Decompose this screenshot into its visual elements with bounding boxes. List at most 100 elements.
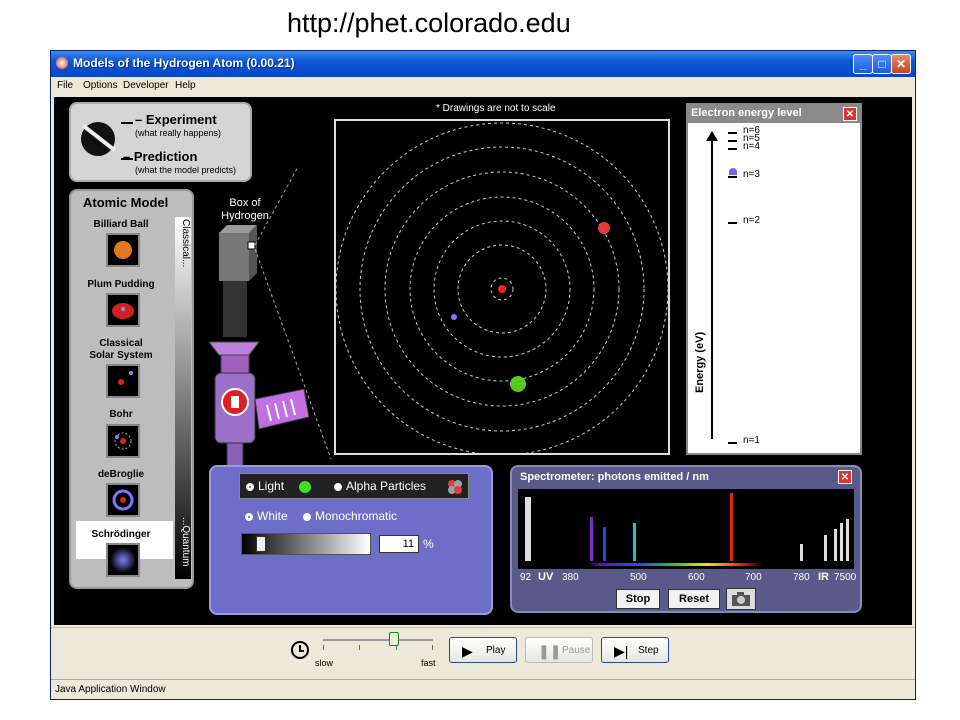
bohr-atom-drawing [335, 122, 669, 456]
app-icon [56, 57, 68, 69]
model-bohr-button[interactable] [106, 424, 140, 458]
electron [451, 314, 457, 320]
menu-options[interactable]: Options [83, 80, 117, 91]
spectrometer-close-button[interactable]: ✕ [838, 470, 852, 484]
light-photon-icon [299, 481, 311, 493]
menu-file[interactable]: File [57, 80, 73, 91]
speed-slider-thumb[interactable] [389, 632, 399, 646]
app-window: Models of the Hydrogen Atom (0.00.21) _ … [50, 50, 916, 700]
model-label-plum-pudding: Plum Pudding [87, 279, 155, 290]
monochromatic-radio[interactable]: Monochromatic [303, 509, 397, 523]
light-label: Light [258, 479, 285, 493]
billiard-ball-icon [114, 241, 132, 259]
play-label: Play [486, 645, 506, 656]
model-debroglie-button[interactable] [106, 483, 140, 517]
atomic-model-title: Atomic Model [83, 195, 169, 210]
energy-level-panel: Electron energy level ✕ Energy (eV) n=6 … [686, 103, 862, 455]
intensity-slider[interactable] [241, 533, 371, 555]
white-label: White [257, 509, 288, 523]
play-button[interactable]: ▶ Play [449, 637, 517, 663]
alpha-particles-radio[interactable]: Alpha Particles [334, 479, 426, 493]
step-button[interactable]: ▶| Step [601, 637, 669, 663]
energy-panel-close-button[interactable]: ✕ [843, 107, 857, 121]
spectrum-tick-700: 700 [745, 572, 762, 583]
title-bar: Models of the Hydrogen Atom (0.00.21) _ … [51, 51, 915, 77]
drawings-not-to-scale-note: * Drawings are not to scale [436, 103, 556, 114]
prediction-label[interactable]: – Prediction [123, 149, 197, 164]
experiment-label[interactable]: – Experiment [135, 112, 217, 127]
model-label-schrodinger: Schrödinger [91, 529, 151, 540]
status-text: Java Application Window [55, 684, 166, 695]
play-icon: ▶ [462, 643, 473, 659]
spectrum-tick-780: 780 [793, 572, 810, 583]
window-title: Models of the Hydrogen Atom (0.00.21) [73, 56, 295, 70]
energy-panel-header: Electron energy level ✕ [688, 105, 860, 123]
energy-panel-title: Electron energy level [691, 107, 802, 119]
schrodinger-icon [110, 547, 136, 573]
source-selector: Light Alpha Particles [239, 473, 469, 499]
spectrum-tick-600: 600 [688, 572, 705, 583]
radio-dot-icon [303, 512, 311, 521]
maximize-button[interactable]: □ [872, 54, 892, 74]
menu-developer[interactable]: Developer [123, 80, 169, 91]
debroglie-icon [112, 489, 134, 511]
model-plum-pudding-button[interactable] [106, 293, 140, 327]
energy-axis [711, 139, 713, 439]
model-classical-solar-system-button[interactable] [106, 364, 140, 398]
level-n4: n=4 [743, 141, 760, 152]
radio-dot-icon [334, 482, 342, 491]
minimize-button[interactable]: _ [853, 54, 873, 74]
atomic-model-panel: Atomic Model Billiard Ball Plum Pudding … [69, 189, 194, 589]
speed-fast-label: fast [421, 658, 436, 668]
close-button[interactable]: ✕ [891, 54, 911, 74]
pause-label: Pause [562, 645, 591, 656]
spectrum-tick-92: 92 [520, 572, 532, 583]
bohr-icon [114, 432, 132, 450]
model-label-classical: Classical Solar System [89, 338, 153, 361]
menu-help[interactable]: Help [175, 80, 196, 91]
intensity-input[interactable]: 11 [379, 535, 419, 553]
atom-view [334, 119, 670, 456]
camera-icon [732, 592, 750, 606]
spectrum-tick-500: 500 [630, 572, 647, 583]
spectrometer-stop-button[interactable]: Stop [616, 589, 660, 609]
pause-button[interactable]: ❚❚ Pause [525, 637, 593, 663]
gun-control-panel: Light Alpha Particles White Monochromati… [209, 465, 493, 615]
spectrum-uv-label: UV [538, 571, 554, 583]
model-billiard-ball-button[interactable] [106, 233, 140, 267]
pause-icon: ❚❚ [538, 643, 562, 659]
model-schrodinger-button[interactable] [106, 543, 140, 577]
mode-dial-icon[interactable] [81, 122, 116, 156]
scale-quantum-label: ...Quantum [180, 517, 191, 567]
radio-dot-icon [245, 512, 253, 521]
spectrometer-reset-button[interactable]: Reset [668, 589, 720, 609]
model-label-debroglie: deBroglie [97, 469, 145, 480]
gun-apparatus-icon [209, 167, 332, 468]
radio-dot-icon [246, 482, 254, 491]
solar-system-icon [118, 371, 133, 385]
level-n2: n=2 [743, 215, 760, 226]
plum-pudding-icon [112, 303, 134, 319]
scale-classical-label: Classical... [180, 219, 191, 268]
intensity-unit: % [423, 537, 434, 551]
alpha-particle-icon [448, 480, 462, 494]
clock-icon [291, 641, 309, 659]
intensity-slider-thumb[interactable] [256, 536, 266, 552]
spectrum-ir-label: IR [818, 571, 829, 583]
spectrum-tick-7500: 7500 [834, 572, 857, 583]
model-label-bohr: Bohr [109, 409, 133, 420]
light-radio[interactable]: Light [246, 479, 284, 493]
level-n3: n=3 [743, 169, 760, 180]
spectrometer-plot [518, 489, 854, 569]
url-caption: http://phet.colorado.edu [287, 8, 571, 38]
white-radio[interactable]: White [245, 509, 288, 523]
camera-snapshot-button[interactable] [726, 588, 756, 610]
step-label: Step [638, 645, 659, 656]
spectrometer-panel: Spectrometer: photons emitted / nm ✕ 92 … [510, 465, 862, 613]
step-icon: ▶| [614, 643, 629, 659]
speed-slider[interactable] [323, 639, 433, 650]
incoming-photon-green [510, 376, 526, 392]
spectrometer-title: Spectrometer: photons emitted / nm [520, 471, 709, 483]
energy-axis-label: Energy (eV) [694, 331, 706, 393]
spectrum-lines [525, 493, 854, 566]
